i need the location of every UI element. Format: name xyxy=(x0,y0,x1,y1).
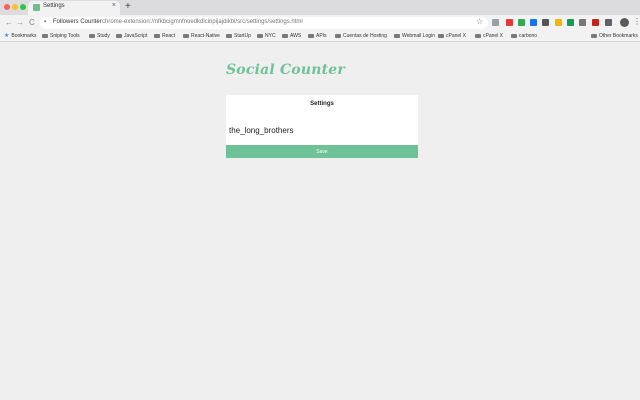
bookmark-label: React xyxy=(162,33,176,39)
bookmark-label: AWS xyxy=(290,33,302,39)
cpanel-icon xyxy=(438,33,444,38)
bookmark-label: cPanel X xyxy=(446,33,467,39)
username-input[interactable] xyxy=(229,123,415,137)
browser-titlebar: Settings × + xyxy=(0,0,640,15)
bookmark-label: APIs xyxy=(316,33,327,39)
bookmark-label: React-Native xyxy=(191,33,220,39)
minimize-window-icon[interactable] xyxy=(12,4,18,10)
bookmark-label: Bookmarks xyxy=(11,33,37,39)
bookmark-item[interactable]: Study xyxy=(89,32,110,40)
address-bar[interactable]: ▪ Followers Counter | chrome-extension:/… xyxy=(40,17,488,29)
profile-avatar-icon[interactable] xyxy=(620,18,629,27)
app-logo: Social Counter xyxy=(226,62,345,78)
extension-page-icon: ▪ xyxy=(44,19,47,25)
browser-extension-icon[interactable] xyxy=(542,19,549,26)
bookmark-label: JavaScript xyxy=(124,33,148,39)
bookmark-label: Sniping Tools xyxy=(50,33,80,39)
url-text: chrome-extension://nfkbcigmnfnoedkdlcinp… xyxy=(102,19,303,25)
bookmark-item[interactable]: AWS xyxy=(282,32,301,40)
cpanel-icon xyxy=(475,33,481,38)
browser-extension-icon[interactable] xyxy=(592,19,599,26)
folder-icon xyxy=(226,33,232,38)
bookmark-item[interactable]: NYC xyxy=(257,32,276,40)
bookmark-item[interactable]: ★ Bookmarks xyxy=(4,32,36,40)
bookmark-item[interactable]: APIs xyxy=(308,32,327,40)
maximize-window-icon[interactable] xyxy=(20,4,26,10)
bookmark-label: carbono xyxy=(519,33,538,39)
bookmark-label: StartUp xyxy=(234,33,251,39)
reload-icon[interactable]: C xyxy=(29,17,35,28)
folder-icon xyxy=(89,33,95,38)
bookmark-label: NYC xyxy=(265,33,276,39)
browser-extension-icon[interactable] xyxy=(518,19,525,26)
browser-extension-icon[interactable] xyxy=(492,19,499,26)
bookmark-item[interactable]: cPanel X xyxy=(438,32,466,40)
new-tab-icon[interactable]: + xyxy=(125,1,131,13)
bookmark-item[interactable]: StartUp xyxy=(226,32,251,40)
url-separator: | xyxy=(97,18,99,24)
bookmarks-bar: ★ Bookmarks Sniping Tools Study JavaScript Re… xyxy=(0,31,640,42)
folder-icon xyxy=(116,33,122,38)
bookmark-item[interactable]: Cuentas de Hosting xyxy=(335,32,387,40)
folder-icon xyxy=(282,33,288,38)
browser-extension-icon[interactable] xyxy=(579,19,586,26)
tab-settings[interactable]: Settings × xyxy=(28,1,120,15)
bookmark-item[interactable]: Other Bookmarks xyxy=(591,32,638,40)
browser-extension-icon[interactable] xyxy=(555,19,562,26)
folder-icon xyxy=(154,33,160,38)
doc-icon xyxy=(335,33,341,38)
bookmark-label: cPanel X xyxy=(483,33,504,39)
tab-title: Settings xyxy=(43,3,65,9)
forward-icon[interactable]: → xyxy=(16,17,24,28)
browser-menu-icon[interactable]: ⋮ xyxy=(633,17,640,27)
bookmark-item[interactable]: cPanel X xyxy=(475,32,503,40)
folder-icon xyxy=(591,33,597,38)
bookmark-label: Webmail Login xyxy=(402,33,435,39)
tab-close-icon[interactable]: × xyxy=(112,2,116,9)
folder-icon xyxy=(42,33,48,38)
bookmark-item[interactable]: JavaScript xyxy=(116,32,147,40)
settings-card: Settings xyxy=(226,95,418,145)
site-name: Followers Counter xyxy=(53,19,102,25)
close-window-icon[interactable] xyxy=(4,4,10,10)
star-icon: ★ xyxy=(4,33,10,39)
carbono-icon xyxy=(511,33,517,38)
folder-icon xyxy=(257,33,263,38)
save-button[interactable]: Save xyxy=(226,145,418,158)
folder-icon xyxy=(183,33,189,38)
bookmark-label: Other Bookmarks xyxy=(599,33,638,39)
folder-icon xyxy=(308,33,314,38)
browser-extension-icon[interactable] xyxy=(567,19,574,26)
browser-extension-icon[interactable] xyxy=(605,19,612,26)
bookmark-item[interactable]: Sniping Tools xyxy=(42,32,80,40)
back-icon[interactable]: ← xyxy=(5,17,13,28)
bookmark-star-icon[interactable]: ☆ xyxy=(476,18,483,26)
settings-title: Settings xyxy=(310,101,334,107)
bookmark-item[interactable]: carbono xyxy=(511,32,537,40)
bookmark-item[interactable]: Webmail Login xyxy=(394,32,435,40)
bookmark-label: Study xyxy=(97,33,110,39)
browser-extension-icon[interactable] xyxy=(530,19,537,26)
bookmark-item[interactable]: React-Native xyxy=(183,32,220,40)
extension-favicon-icon xyxy=(33,4,40,11)
browser-extension-icon[interactable] xyxy=(506,19,513,26)
bookmark-item[interactable]: React xyxy=(154,32,175,40)
webmail-icon xyxy=(394,33,400,38)
bookmark-label: Cuentas de Hosting xyxy=(343,33,387,39)
